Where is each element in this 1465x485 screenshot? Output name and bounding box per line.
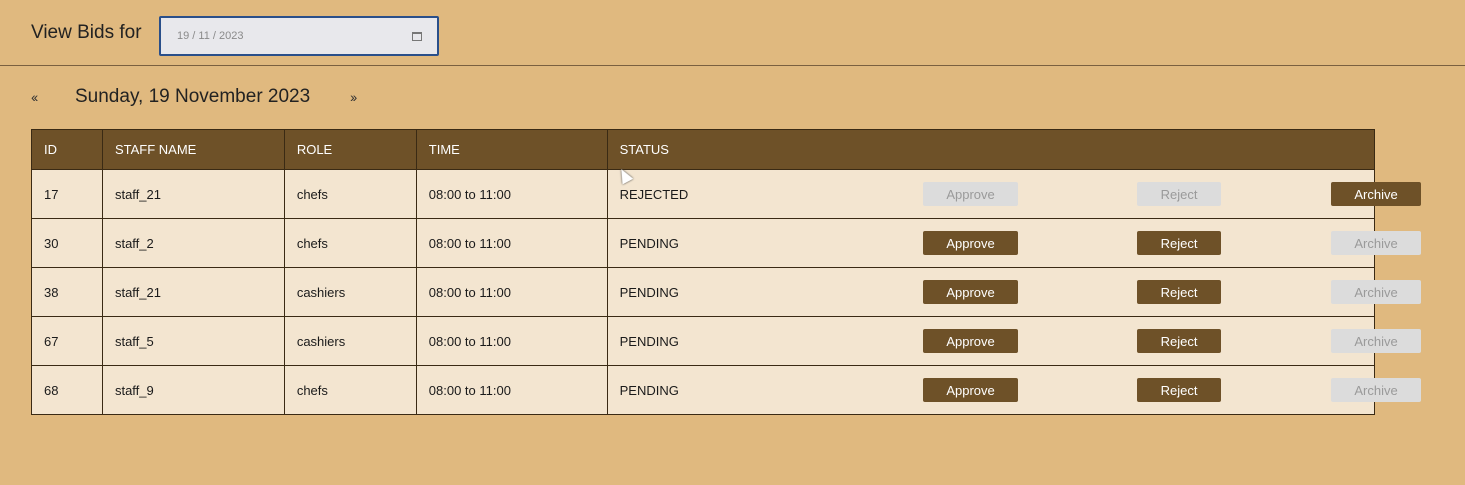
archive-button[interactable]: Archive	[1331, 329, 1422, 353]
approve-button[interactable]: Approve	[923, 182, 1019, 206]
cell-status: PENDING	[606, 365, 760, 415]
cell-time: 08:00 to 11:00	[415, 169, 608, 219]
cell-time: 08:00 to 11:00	[415, 218, 608, 268]
table-row: 67 staff_5 cashiers 08:00 to 11:00 PENDING Ap…	[31, 316, 1422, 366]
cell-actions: Approve Reject Archive	[759, 316, 1422, 366]
cell-role: chefs	[283, 218, 417, 268]
bids-table: ID STAFF NAME ROLE TIME STATUS 17 staff_2…	[31, 129, 1422, 415]
table-row: 30 staff_2 chefs 08:00 to 11:00 PENDING Appro…	[31, 218, 1422, 268]
reject-button[interactable]: Reject	[1137, 280, 1222, 304]
approve-button[interactable]: Approve	[923, 231, 1019, 255]
cell-role: cashiers	[283, 316, 417, 366]
column-header-role: ROLE	[283, 129, 417, 170]
column-header-staff-name: STAFF NAME	[101, 129, 285, 170]
column-header-status: STATUS	[606, 129, 760, 170]
cell-staff-name: staff_5	[101, 316, 285, 366]
archive-button[interactable]: Archive	[1331, 280, 1422, 304]
next-day-button[interactable]: ››	[350, 89, 357, 105]
cell-role: chefs	[283, 365, 417, 415]
view-bids-label: View Bids for	[31, 22, 142, 43]
column-header-id: ID	[31, 129, 103, 170]
cell-actions: Approve Reject Archive	[759, 218, 1422, 268]
cell-time: 08:00 to 11:00	[415, 365, 608, 415]
cell-id: 30	[31, 218, 103, 268]
table-row: 68 staff_9 chefs 08:00 to 11:00 PENDING Appro…	[31, 365, 1422, 415]
column-header-actions	[759, 129, 1376, 170]
date-input[interactable]: 19 / 11 / 2023	[159, 16, 439, 56]
cell-status: REJECTED	[606, 169, 760, 219]
reject-button[interactable]: Reject	[1137, 329, 1222, 353]
archive-button[interactable]: Archive	[1331, 231, 1422, 255]
table-row: 17 staff_21 chefs 08:00 to 11:00 REJECTED App…	[31, 169, 1422, 219]
date-input-value: 19 / 11 / 2023	[177, 30, 244, 42]
reject-button[interactable]: Reject	[1137, 378, 1222, 402]
cell-role: cashiers	[283, 267, 417, 317]
cell-status: PENDING	[606, 267, 760, 317]
cell-id: 38	[31, 267, 103, 317]
cell-status: PENDING	[606, 218, 760, 268]
reject-button[interactable]: Reject	[1137, 182, 1222, 206]
archive-button[interactable]: Archive	[1331, 182, 1422, 206]
cell-id: 67	[31, 316, 103, 366]
cell-actions: Approve Reject Archive	[759, 267, 1422, 317]
cell-staff-name: staff_21	[101, 169, 285, 219]
column-header-time: TIME	[415, 129, 608, 170]
cell-time: 08:00 to 11:00	[415, 316, 608, 366]
cell-status: PENDING	[606, 316, 760, 366]
cell-staff-name: staff_2	[101, 218, 285, 268]
cell-actions: Approve Reject Archive	[759, 169, 1422, 219]
approve-button[interactable]: Approve	[923, 280, 1019, 304]
top-bar: View Bids for 19 / 11 / 2023	[0, 0, 1465, 66]
cell-id: 17	[31, 169, 103, 219]
calendar-icon[interactable]	[412, 32, 422, 41]
approve-button[interactable]: Approve	[923, 329, 1019, 353]
table-row: 38 staff_21 cashiers 08:00 to 11:00 PENDING A…	[31, 267, 1422, 317]
cell-staff-name: staff_21	[101, 267, 285, 317]
reject-button[interactable]: Reject	[1137, 231, 1222, 255]
cell-time: 08:00 to 11:00	[415, 267, 608, 317]
cell-staff-name: staff_9	[101, 365, 285, 415]
cell-id: 68	[31, 365, 103, 415]
previous-day-button[interactable]: ‹‹	[31, 89, 38, 105]
approve-button[interactable]: Approve	[923, 378, 1019, 402]
cell-role: chefs	[283, 169, 417, 219]
table-header-row: ID STAFF NAME ROLE TIME STATUS	[31, 129, 1376, 170]
cell-actions: Approve Reject Archive	[759, 365, 1422, 415]
archive-button[interactable]: Archive	[1331, 378, 1422, 402]
day-title: Sunday, 19 November 2023	[75, 86, 311, 107]
